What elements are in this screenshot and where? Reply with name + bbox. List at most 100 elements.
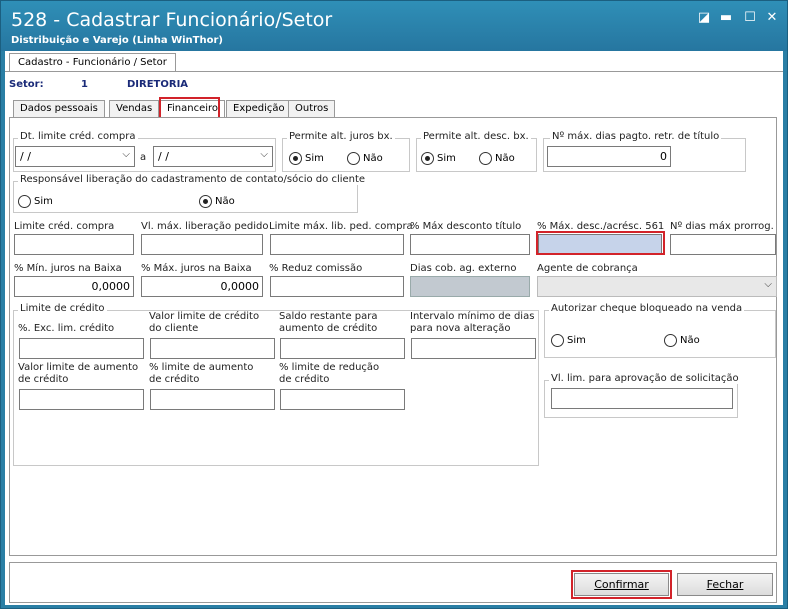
desc-sim-radio[interactable]: Sim bbox=[421, 152, 456, 165]
min-juros-label: % Mín. juros na Baixa bbox=[14, 263, 122, 274]
cheque-label: Autorizar cheque bloqueado na venda bbox=[549, 303, 745, 314]
exc-label: %. Exc. lim. crédito bbox=[18, 323, 115, 334]
dias-pagto-input[interactable]: 0 bbox=[547, 146, 671, 167]
fechar-button[interactable]: Fechar bbox=[677, 573, 773, 596]
cheque-sim-radio[interactable]: Sim bbox=[551, 334, 586, 347]
dt-limite-sep: a bbox=[140, 152, 147, 163]
resp-sim-radio[interactable]: Sim bbox=[18, 195, 53, 208]
radio-icon bbox=[664, 334, 677, 347]
resp-nao-label: Não bbox=[215, 196, 235, 207]
reduz-label: % Reduz comissão bbox=[269, 263, 363, 274]
intervalo-label: Intervalo mínimo de dias para nova alter… bbox=[410, 311, 535, 334]
agente-label: Agente de cobrança bbox=[537, 263, 638, 274]
radio-icon bbox=[551, 334, 564, 347]
resp-label: Responsável liberação do cadastramento d… bbox=[18, 174, 368, 185]
limite-max-lib-label: Limite máx. lib. ped. compra bbox=[269, 221, 413, 232]
min-juros-input[interactable]: 0,0000 bbox=[14, 276, 134, 297]
dt-limite-to-combo[interactable]: / / ⌵ bbox=[153, 146, 273, 167]
radio-checked-icon bbox=[289, 152, 302, 165]
juros-nao-label: Não bbox=[363, 153, 383, 164]
pct-max-desc-input[interactable] bbox=[410, 234, 530, 255]
group-resp bbox=[13, 181, 358, 213]
financeiro-panel: Dt. limite créd. compra / / ⌵ a / / ⌵ Perm… bbox=[9, 118, 777, 556]
resp-sim-label: Sim bbox=[34, 196, 53, 207]
limite-credito-label: Limite de crédito bbox=[18, 303, 107, 314]
pct-aum-input[interactable] bbox=[150, 389, 275, 410]
cheque-nao-radio[interactable]: Não bbox=[664, 334, 700, 347]
saldo-label: Saldo restante para aumento de crédito bbox=[279, 311, 378, 334]
dias-pagto-label: Nº máx. dias pagto. retr. de título bbox=[550, 131, 722, 142]
title-bar: 528 - Cadastrar Funcionário/Setor Distri… bbox=[1, 1, 787, 51]
chevron-down-icon: ⌵ bbox=[260, 149, 268, 160]
divider bbox=[5, 71, 783, 72]
pct-max-desc-label: % Máx desconto título bbox=[410, 221, 522, 232]
cheque-sim-label: Sim bbox=[567, 335, 586, 346]
vl-lim-aprov-label: Vl. lim. para aprovação de solicitação bbox=[549, 373, 741, 384]
juros-nao-radio[interactable]: Não bbox=[347, 152, 383, 165]
juros-label: Permite alt. juros bx. bbox=[287, 131, 395, 142]
radio-icon bbox=[479, 152, 492, 165]
resp-nao-radio[interactable]: Não bbox=[199, 195, 235, 208]
dias-prorrog-input[interactable] bbox=[670, 234, 776, 255]
valor-lim-label: Valor limite de crédito do cliente bbox=[149, 311, 260, 334]
radio-checked-icon bbox=[421, 152, 434, 165]
fechar-label: Fechar bbox=[706, 578, 744, 591]
juros-sim-label: Sim bbox=[305, 153, 324, 164]
vl-max-lib-input[interactable] bbox=[141, 234, 263, 255]
window-subtitle: Distribuição e Varejo (Linha WinThor) bbox=[11, 35, 223, 46]
valor-aum-input[interactable] bbox=[19, 389, 144, 410]
reduz-input[interactable] bbox=[270, 276, 404, 297]
radio-icon bbox=[347, 152, 360, 165]
juros-sim-radio[interactable]: Sim bbox=[289, 152, 324, 165]
tab-expedicao[interactable]: Expedição bbox=[226, 100, 292, 118]
max-juros-label: % Máx. juros na Baixa bbox=[141, 263, 252, 274]
tab-cadastro[interactable]: Cadastro - Funcionário / Setor bbox=[9, 53, 176, 72]
valor-aum-label: Valor limite de aumento de crédito bbox=[18, 362, 139, 385]
dt-limite-label: Dt. limite créd. compra bbox=[18, 131, 138, 142]
maximize-icon[interactable]: ☐ bbox=[741, 9, 759, 27]
pct-red-input[interactable] bbox=[280, 389, 405, 410]
setor-code: 1 bbox=[81, 79, 88, 90]
desc-nao-radio[interactable]: Não bbox=[479, 152, 515, 165]
client-area: Cadastro - Funcionário / Setor Setor: 1 … bbox=[5, 51, 783, 605]
desc-sim-label: Sim bbox=[437, 153, 456, 164]
limite-cred-label: Limite créd. compra bbox=[14, 221, 115, 232]
valor-lim-input[interactable] bbox=[150, 338, 275, 359]
app-window: 528 - Cadastrar Funcionário/Setor Distri… bbox=[0, 0, 788, 609]
radio-icon bbox=[18, 195, 31, 208]
pct-aum-label: % limite de aumento de crédito bbox=[149, 362, 254, 385]
dias-cob-input bbox=[410, 276, 530, 297]
dt-limite-from-value: / / bbox=[20, 150, 31, 163]
radio-checked-icon bbox=[199, 195, 212, 208]
saldo-input[interactable] bbox=[280, 338, 405, 359]
dias-cob-label: Dias cob. ag. externo bbox=[410, 263, 517, 274]
pct-red-label: % limite de redução de crédito bbox=[279, 362, 380, 385]
max-juros-input[interactable]: 0,0000 bbox=[141, 276, 263, 297]
agente-combo[interactable]: ⌵ bbox=[537, 276, 777, 297]
tab-outros[interactable]: Outros bbox=[288, 100, 336, 118]
exc-input[interactable] bbox=[19, 338, 144, 359]
chevron-down-icon: ⌵ bbox=[764, 279, 772, 290]
setor-label: Setor: bbox=[9, 79, 44, 90]
highlight-box-field bbox=[536, 231, 665, 255]
vl-lim-aprov-input[interactable] bbox=[551, 388, 733, 409]
dt-limite-to-value: / / bbox=[158, 150, 169, 163]
window-title: 528 - Cadastrar Funcionário/Setor bbox=[11, 9, 333, 31]
desc-nao-label: Não bbox=[495, 153, 515, 164]
highlight-box-confirmar bbox=[571, 570, 672, 599]
restore-icon[interactable]: ◪ bbox=[695, 9, 713, 27]
minimize-icon[interactable]: ▬ bbox=[717, 9, 735, 27]
tab-vendas[interactable]: Vendas bbox=[109, 100, 160, 118]
dias-prorrog-label: Nº dias máx prorrog. bbox=[670, 221, 774, 232]
cheque-nao-label: Não bbox=[680, 335, 700, 346]
chevron-down-icon: ⌵ bbox=[122, 149, 130, 160]
setor-name: DIRETORIA bbox=[127, 79, 189, 90]
intervalo-input[interactable] bbox=[411, 338, 536, 359]
vl-max-lib-label: Vl. máx. liberação pedido bbox=[141, 221, 269, 232]
close-icon[interactable]: ✕ bbox=[763, 9, 781, 27]
limite-max-lib-input[interactable] bbox=[270, 234, 404, 255]
tab-dados-pessoais[interactable]: Dados pessoais bbox=[13, 100, 105, 118]
desc-label: Permite alt. desc. bx. bbox=[421, 131, 531, 142]
dt-limite-from-combo[interactable]: / / ⌵ bbox=[15, 146, 135, 167]
limite-cred-input[interactable] bbox=[14, 234, 134, 255]
